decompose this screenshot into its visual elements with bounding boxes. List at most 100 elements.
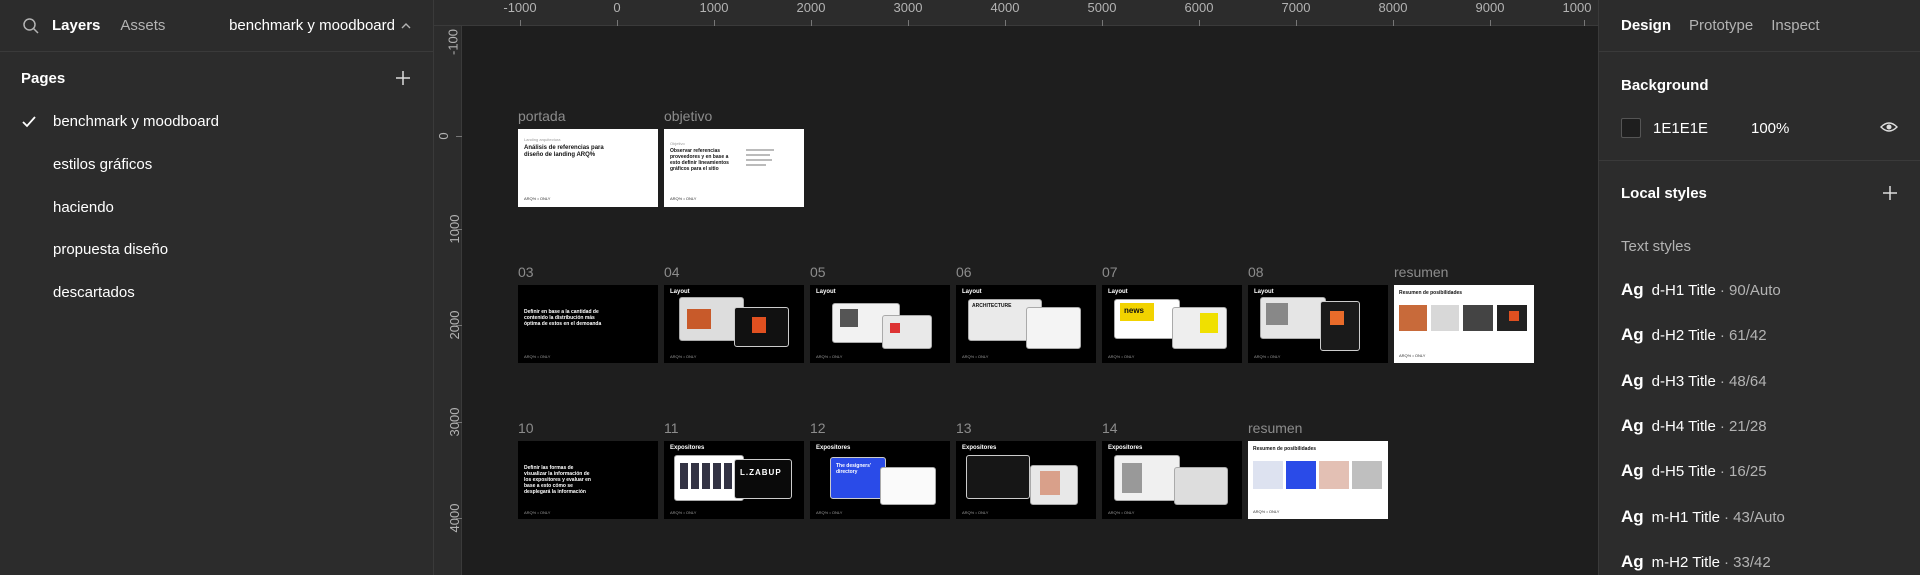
page-selector-label: benchmark y moodboard	[229, 17, 395, 34]
frame-heading: Expositores	[670, 445, 705, 451]
text-style-item[interactable]: Ag d-H3 Title · 48/64	[1621, 371, 1767, 391]
text-style-item[interactable]: Ag d-H5 Title · 16/25	[1621, 461, 1767, 481]
text-style-preview: Ag	[1621, 507, 1644, 526]
frame-label[interactable]: 07	[1102, 264, 1118, 280]
ruler-tick	[456, 136, 462, 137]
mock-screenshot	[1026, 307, 1081, 349]
search-icon[interactable]	[22, 17, 40, 35]
frame-objetivo[interactable]: Objetivo Observar referencias proveedore…	[664, 129, 804, 207]
tab-assets[interactable]: Assets	[120, 17, 165, 34]
background-title: Background	[1621, 77, 1709, 94]
ruler-tick	[456, 518, 462, 519]
mock-screenshot	[966, 455, 1030, 499]
ruler-tick-label: -100	[445, 28, 461, 56]
frame-12[interactable]: Expositores The designers' directory ARQ…	[810, 441, 950, 519]
frame-label[interactable]: objetivo	[664, 108, 712, 124]
text-style-item[interactable]: Ag d-H4 Title · 21/28	[1621, 416, 1767, 436]
page-item-estilos[interactable]: estilos gráficos	[53, 156, 152, 173]
ruler-tick	[520, 20, 521, 26]
text-style-item[interactable]: Ag m-H2 Title · 33/42	[1621, 552, 1771, 572]
frame-label[interactable]: 08	[1248, 264, 1264, 280]
frame-footer: ARQ% • ONLY	[1254, 354, 1281, 359]
background-opacity-input[interactable]: 100%	[1751, 120, 1789, 137]
add-style-icon[interactable]	[1882, 185, 1898, 201]
frame-14[interactable]: Expositores ARQ% • ONLY	[1102, 441, 1242, 519]
frame-label[interactable]: 13	[956, 420, 972, 436]
frame-07[interactable]: Layout news ARQ% • ONLY	[1102, 285, 1242, 363]
frame-footer: ARQ% • ONLY	[962, 354, 989, 359]
frame-03[interactable]: Definir en base a la cantidad de conteni…	[518, 285, 658, 363]
frame-label[interactable]: 06	[956, 264, 972, 280]
ruler-tick	[456, 422, 462, 423]
frame-label[interactable]: 11	[664, 420, 679, 436]
mock-image	[752, 317, 766, 333]
ruler-tick-label: 2000	[796, 0, 826, 15]
background-swatch[interactable]	[1621, 118, 1641, 138]
mock-image	[1122, 463, 1142, 493]
background-hex-input[interactable]: 1E1E1E	[1653, 120, 1751, 137]
frame-footer: ARQ% • ONLY	[1253, 509, 1280, 514]
tab-layers[interactable]: Layers	[52, 17, 100, 34]
mock-thumb	[1286, 461, 1316, 489]
frame-label[interactable]: 04	[664, 264, 680, 280]
frame-label[interactable]: 10	[518, 420, 534, 436]
frame-11[interactable]: Expositores L.ZABUP ARQ% • ONLY	[664, 441, 804, 519]
text-style-item[interactable]: Ag d-H2 Title · 61/42	[1621, 325, 1767, 345]
frame-heading: Expositores	[1108, 445, 1143, 451]
frame-heading: Layout	[670, 289, 690, 295]
frame-label[interactable]: portada	[518, 108, 565, 124]
frame-footer: ARQ% • ONLY	[670, 510, 697, 515]
design-canvas[interactable]: portada Landing arquitectura Análisis de…	[463, 27, 1598, 575]
text-style-meta: · 33/42	[1724, 554, 1771, 571]
text-style-meta: · 61/42	[1719, 327, 1767, 344]
frame-heading: Layout	[962, 289, 982, 295]
frame-resumen-2[interactable]: Resumen de posibilidades ARQ% • ONLY	[1248, 441, 1388, 519]
frame-resumen[interactable]: Resumen de posibilidades ARQ% • ONLY	[1394, 285, 1534, 363]
frame-04[interactable]: Layout ARQ% • ONLY	[664, 285, 804, 363]
ruler-tick	[1199, 20, 1200, 26]
ruler-tick-label: 5000	[1087, 0, 1117, 15]
text-style-meta: · 43/Auto	[1724, 509, 1785, 526]
frame-13[interactable]: Expositores ARQ% • ONLY	[956, 441, 1096, 519]
frame-05[interactable]: Layout ARQ% • ONLY	[810, 285, 950, 363]
frame-06[interactable]: Layout ARCHITECTURE ARQ% • ONLY	[956, 285, 1096, 363]
ruler-tick-label: 3000	[893, 0, 923, 15]
frame-footer: ARQ% • ONLY	[816, 510, 843, 515]
mock-screenshot	[880, 467, 936, 505]
frame-text-line	[746, 159, 772, 161]
tab-inspect[interactable]: Inspect	[1771, 17, 1819, 34]
page-item-benchmark[interactable]: benchmark y moodboard	[53, 113, 219, 130]
mock-image	[1266, 303, 1288, 325]
frame-label[interactable]: 14	[1102, 420, 1118, 436]
ruler-tick	[714, 20, 715, 26]
text-style-item[interactable]: Ag d-H1 Title · 90/Auto	[1621, 280, 1781, 300]
frame-portada[interactable]: Landing arquitectura Análisis de referen…	[518, 129, 658, 207]
frame-08[interactable]: Layout ARQ% • ONLY	[1248, 285, 1388, 363]
page-item-haciendo[interactable]: haciendo	[53, 199, 114, 216]
text-style-item[interactable]: Ag m-H1 Title · 43/Auto	[1621, 507, 1785, 527]
ruler-horizontal: -1000 0 1000 2000 3000 4000 5000 6000 70…	[434, 0, 1598, 26]
frame-10[interactable]: Definir las formas de visualizar la info…	[518, 441, 658, 519]
frame-label[interactable]: 12	[810, 420, 826, 436]
tab-prototype[interactable]: Prototype	[1689, 17, 1753, 34]
frame-label[interactable]: resumen	[1394, 264, 1448, 280]
frame-label[interactable]: 05	[810, 264, 826, 280]
mock-thumb	[1352, 461, 1382, 489]
frame-label[interactable]: resumen	[1248, 420, 1302, 436]
add-page-icon[interactable]	[395, 70, 411, 86]
ruler-tick	[1490, 20, 1491, 26]
ruler-tick	[1102, 20, 1103, 26]
ruler-tick-label: 8000	[1378, 0, 1408, 15]
pages-title: Pages	[21, 70, 66, 87]
tab-design[interactable]: Design	[1621, 17, 1671, 34]
page-selector[interactable]: benchmark y moodboard	[229, 17, 411, 34]
text-style-name: d-H5 Title	[1651, 463, 1716, 480]
text-style-name: m-H2 Title	[1651, 554, 1721, 571]
ruler-tick	[617, 20, 618, 26]
eye-icon[interactable]	[1880, 120, 1898, 134]
frame-label[interactable]: 03	[518, 264, 534, 280]
chevron-up-icon	[401, 22, 411, 28]
page-item-propuesta[interactable]: propuesta diseño	[53, 241, 168, 258]
mock-screenshot	[1320, 301, 1360, 351]
page-item-descartados[interactable]: descartados	[53, 284, 135, 301]
